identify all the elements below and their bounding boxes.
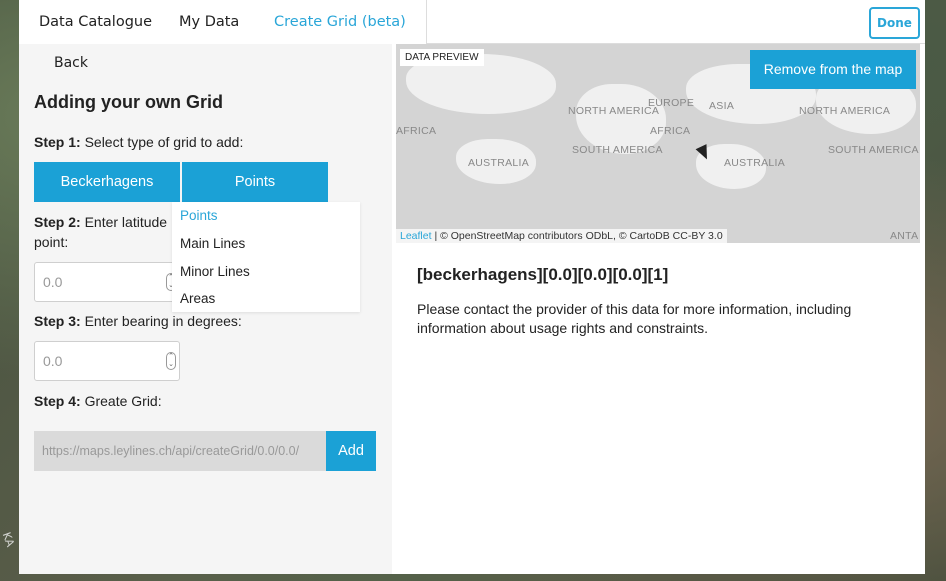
tab-create-grid[interactable]: Create Grid (beta) (254, 0, 427, 44)
step2-label: Step 2: (34, 214, 81, 230)
leaflet-link[interactable]: Leaflet (400, 230, 432, 242)
map-label: AUSTRALIA (468, 157, 530, 169)
grid-type-dropdown: Points Main Lines Minor Lines Areas (172, 202, 360, 312)
points-select-button[interactable]: Points (182, 162, 328, 202)
map-label: AFRICA (650, 125, 691, 137)
map-attribution: Leaflet | © OpenStreetMap contributors O… (396, 229, 727, 243)
dropdown-option-minor-lines[interactable]: Minor Lines (180, 264, 250, 279)
step4-desc: Greate Grid: (80, 393, 162, 409)
step2-text: Step 2: Enter latitude point: (34, 212, 167, 252)
map-label: NORTH AMERICA (568, 105, 660, 117)
tab-my-data[interactable]: My Data (159, 0, 261, 44)
map-label: AFRICA (396, 125, 437, 137)
map-label: SOUTH AMERICA (828, 144, 919, 156)
back-link[interactable]: Back (54, 55, 88, 71)
data-title: [beckerhagens][0.0][0.0][0.0][1] (417, 265, 669, 284)
dropdown-option-areas[interactable]: Areas (180, 291, 215, 306)
step1-desc: Select type of grid to add: (80, 134, 244, 150)
map-label: EUROPE (648, 97, 695, 109)
step1-label: Step 1: (34, 134, 81, 150)
grid-url-field[interactable]: https://maps.leylines.ch/api/createGrid/… (34, 431, 326, 471)
dropdown-option-main-lines[interactable]: Main Lines (180, 236, 245, 251)
left-panel: Back Adding your own Grid Step 1: Select… (19, 44, 392, 574)
step3-label: Step 3: (34, 313, 81, 329)
step2-desc: Enter latitude (80, 214, 168, 230)
data-modal: Data Catalogue My Data Create Grid (beta… (19, 0, 925, 574)
tab-bar: Data Catalogue My Data Create Grid (beta… (19, 0, 925, 44)
right-panel: NORTH AMERICA EUROPE ASIA NORTH AMERICA … (392, 44, 925, 574)
step4-label: Step 4: (34, 393, 81, 409)
map-label: SOUTH AMERICA (572, 144, 663, 156)
dropdown-option-points[interactable]: Points (180, 208, 218, 223)
attribution-text: | © OpenStreetMap contributors ODbL, © C… (431, 230, 723, 242)
step1-text: Step 1: Select type of grid to add: (34, 132, 243, 152)
data-description: Please contact the provider of this data… (417, 301, 852, 336)
remove-from-map-button[interactable]: Remove from the map (750, 50, 916, 89)
page-title: Adding your own Grid (34, 92, 223, 112)
bearing-spinner-icon[interactable]: ⌃ ⌄ (166, 352, 176, 370)
map-label: NORTH AMERICA (799, 105, 891, 117)
data-preview-map[interactable]: NORTH AMERICA EUROPE ASIA NORTH AMERICA … (396, 44, 920, 243)
step3-text: Step 3: Enter bearing in degrees: (34, 311, 242, 331)
step3-desc: Enter bearing in degrees: (80, 313, 242, 329)
latitude-input[interactable]: 0.0 ⌃ ⌄ (34, 262, 180, 302)
beckerhagens-button[interactable]: Beckerhagens (34, 162, 180, 202)
data-preview-tag: DATA PREVIEW (400, 49, 484, 66)
step4-text: Step 4: Greate Grid: (34, 391, 162, 411)
map-label: ASIA (709, 100, 735, 112)
step2-desc-cont: point: (34, 234, 69, 250)
done-button[interactable]: Done (869, 7, 920, 39)
map-label: AUSTRALIA (724, 157, 786, 169)
map-label: ANTA (890, 230, 919, 242)
add-button[interactable]: Add (326, 431, 376, 471)
bearing-input[interactable]: 0.0 ⌃ ⌄ (34, 341, 180, 381)
latitude-value: 0.0 (43, 274, 63, 290)
bearing-value: 0.0 (43, 353, 63, 369)
tab-data-catalogue[interactable]: Data Catalogue (19, 0, 174, 44)
